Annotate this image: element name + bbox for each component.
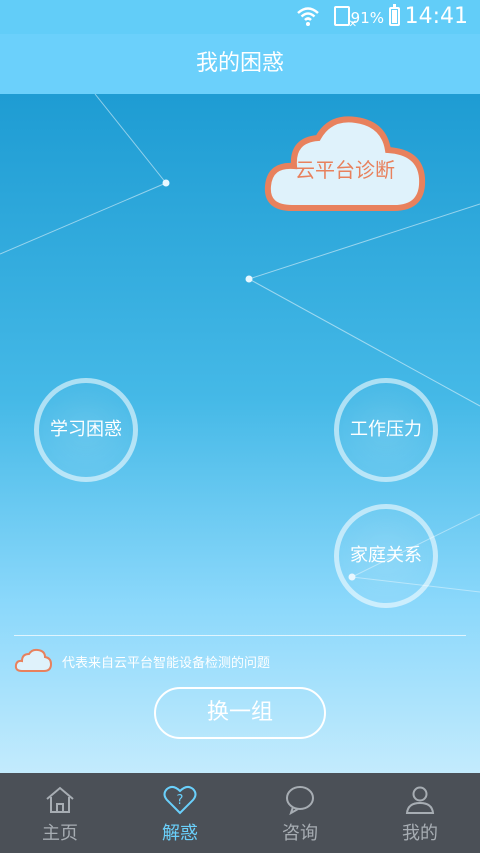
battery-icon [389,4,400,26]
cloud-diagnosis-label: 云平台诊断 [295,158,395,182]
topic-work-pressure[interactable]: 工作压力 [334,378,438,482]
wifi-icon [297,7,319,26]
person-icon [405,786,435,814]
nav-home-label: 主页 [42,823,78,844]
no-sim-icon [334,6,357,30]
nav-mine-label: 我的 [402,823,438,844]
nav-home[interactable]: 主页 [0,773,120,853]
topic-study-confusion[interactable]: 学习困惑 [34,378,138,482]
bottom-nav: 主页 ? 解惑 咨询 我的 [0,773,480,853]
nav-consult-label: 咨询 [282,823,318,844]
cloud-diagnosis-button[interactable]: 云平台诊断 [262,112,428,222]
svg-text:?: ? [177,793,184,808]
status-bar: 91% 14:41 [0,0,480,34]
legend-text: 代表来自云平台智能设备检测的问题 [62,656,271,671]
nav-answers[interactable]: ? 解惑 [120,773,240,853]
main-area: 云平台诊断 学习困惑 工作压力 家庭关系 代表来自云平台智能设备检测的问题 换一… [0,94,480,773]
nav-answers-label: 解惑 [162,823,198,844]
change-group-button[interactable]: 换一组 [154,687,326,739]
battery-percent: 91% [350,9,384,27]
clock: 14:41 [404,4,468,29]
legend: 代表来自云平台智能设备检测的问题 [14,648,270,674]
nav-consult[interactable]: 咨询 [240,773,360,853]
chat-bubble-icon [286,786,314,815]
heart-question-icon: ? [163,785,197,815]
page-title: 我的困惑 [0,34,480,94]
home-icon [46,786,74,813]
divider [14,635,466,636]
cloud-legend-icon [14,648,53,672]
topic-family-relations[interactable]: 家庭关系 [334,504,438,608]
nav-mine[interactable]: 我的 [360,773,480,853]
